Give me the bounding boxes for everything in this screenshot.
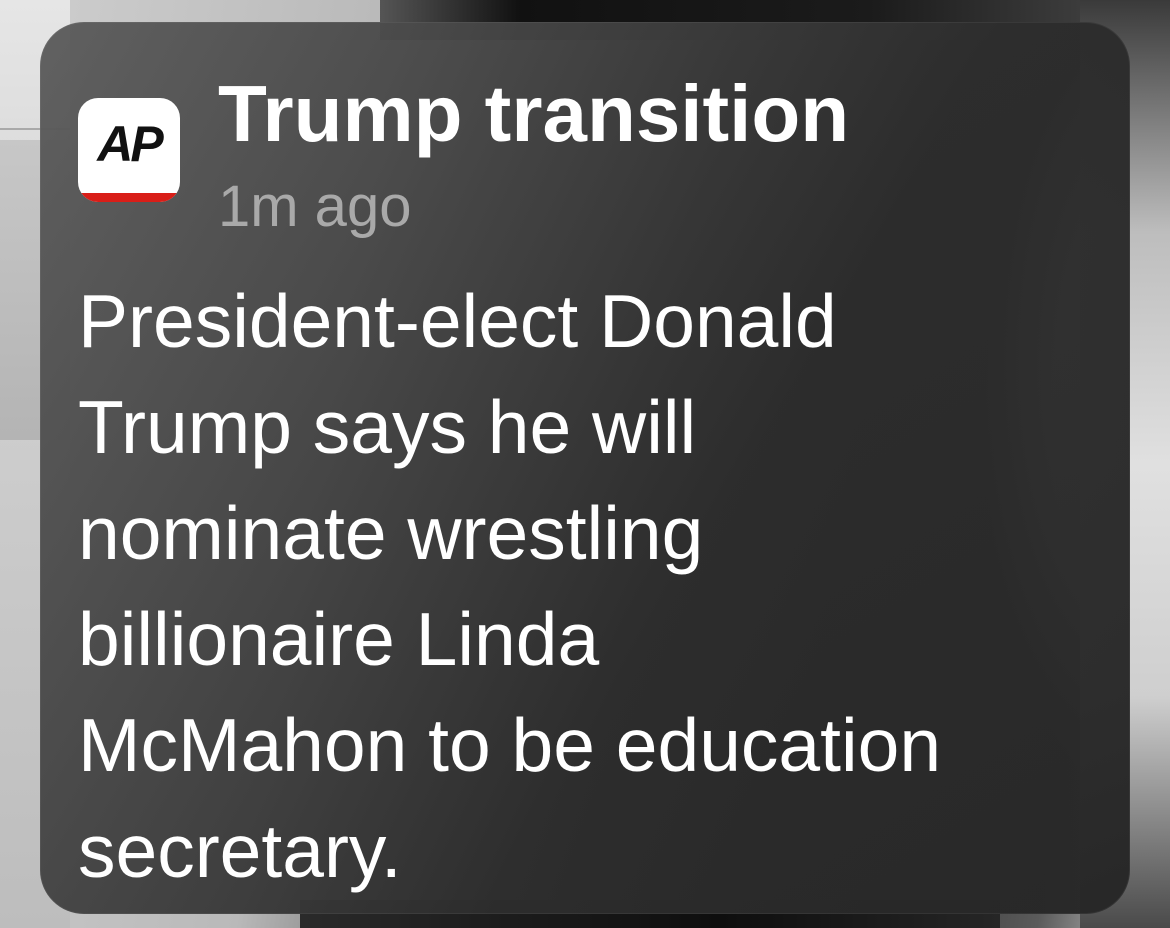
app-icon-red-bar (78, 193, 180, 202)
notification-body-line: Trump says he will (78, 385, 697, 469)
notification-body: President-elect Donald Trump says he wil… (78, 268, 1108, 904)
notification-body-line: billionaire Linda (78, 597, 600, 681)
notification-body-line: McMahon to be education (78, 703, 942, 787)
notification-title: Trump transition (218, 69, 850, 158)
push-notification[interactable]: AP Trump transition 1m ago President-ele… (40, 22, 1130, 914)
app-icon-label: AP (97, 116, 163, 172)
ap-app-icon: AP (78, 98, 180, 202)
notification-body-line: President-elect Donald (78, 279, 837, 363)
notification-body-line: secretary. (78, 809, 402, 893)
notification-body-line: nominate wrestling (78, 491, 704, 575)
notification-timestamp: 1m ago (218, 174, 412, 239)
